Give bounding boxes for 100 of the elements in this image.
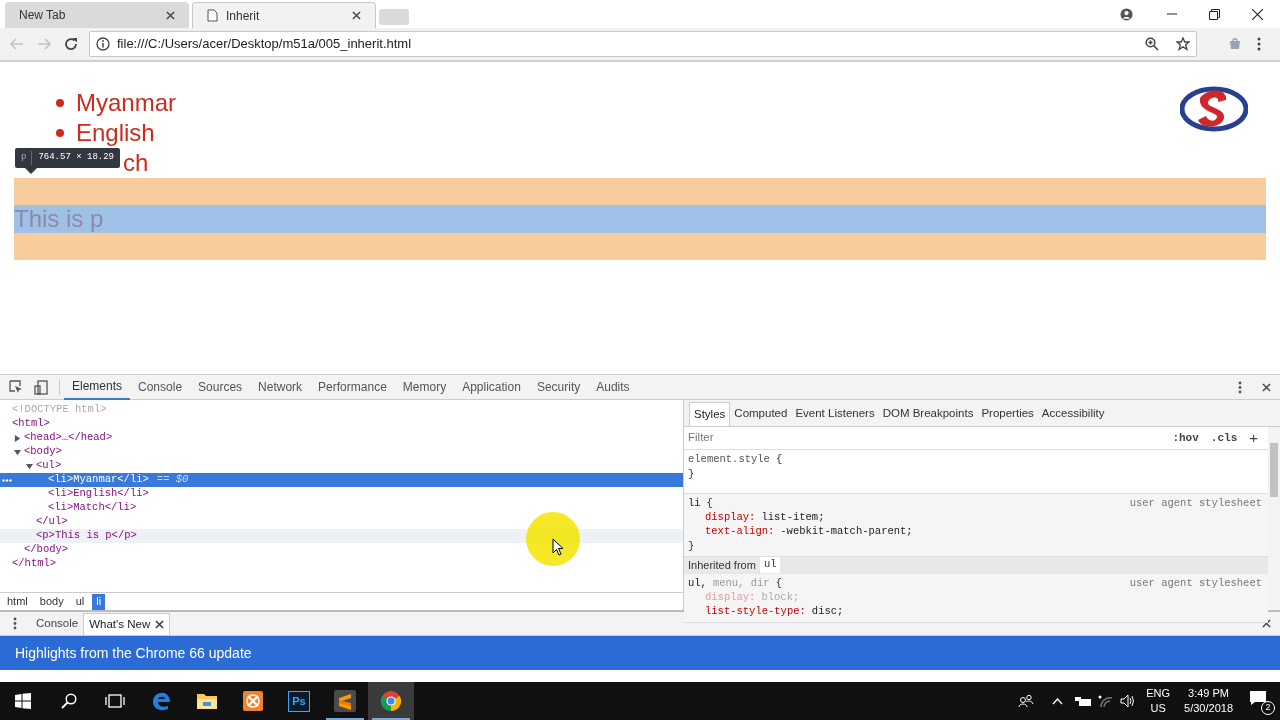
bullet-icon (56, 99, 64, 107)
language-indicator[interactable]: ENG US (1146, 686, 1171, 716)
address-field[interactable]: file:///C:/Users/acer/Desktop/m51a/005_inherit.html (89, 31, 1197, 57)
wifi-icon[interactable] (1098, 694, 1115, 708)
css-selector: ul, (688, 575, 707, 591)
menu-icon[interactable] (1257, 37, 1261, 51)
close-icon[interactable] (1252, 8, 1263, 20)
search-icon (61, 693, 77, 709)
dom-node[interactable]: <p>This is p</p> (0, 529, 683, 543)
dom-node[interactable]: <html> (0, 417, 683, 431)
inherited-label: Inherited from (688, 558, 756, 573)
list-item-text: English (76, 118, 155, 148)
inspect-icon[interactable] (9, 380, 23, 394)
taskbar-app[interactable] (368, 682, 414, 720)
dom-node[interactable]: <li>English</li> (0, 487, 683, 501)
xampp-icon (243, 691, 263, 711)
scrollbar[interactable] (1268, 427, 1280, 610)
dom-node[interactable]: <head>…</head> (0, 431, 683, 445)
device-icon[interactable] (34, 379, 48, 395)
sidebar-tab[interactable]: Properties (977, 402, 1038, 426)
close-icon[interactable] (166, 10, 175, 20)
breadcrumb[interactable]: html (3, 593, 32, 610)
dom-node[interactable]: </ul> (0, 515, 683, 529)
devtools-tab[interactable]: Memory (394, 374, 455, 400)
dom-node[interactable]: </body> (0, 543, 683, 557)
tooltip-tag: p (21, 151, 33, 165)
people-icon[interactable] (1018, 694, 1035, 708)
maximize-icon[interactable] (1209, 8, 1220, 20)
filter-toolbar-button[interactable]: + (1249, 426, 1258, 450)
dom-node[interactable]: <li>Myanmar</li> == $0 (0, 473, 683, 487)
devtools-tab[interactable]: Sources (190, 374, 251, 400)
cursor-highlight (526, 512, 580, 566)
power-icon[interactable] (1075, 695, 1092, 707)
chevron-up-icon[interactable] (1052, 697, 1064, 705)
bullet-icon (56, 129, 64, 137)
css-selector: li (688, 496, 701, 512)
css-declaration[interactable]: text-align: -webkit-match-parent; (688, 525, 1262, 539)
css-declaration[interactable]: display: list-item; (688, 511, 1262, 525)
sidebar-tab[interactable]: Computed (730, 402, 792, 426)
more-icon[interactable] (13, 617, 17, 630)
message-icon (1249, 690, 1267, 706)
dom-node[interactable]: <li>Match</li> (0, 501, 683, 515)
devtools-tab[interactable]: Elements (64, 374, 131, 400)
browser-tab[interactable]: New Tab (5, 2, 189, 28)
breadcrumb[interactable]: body (35, 593, 68, 610)
paragraph-text: This is p (14, 204, 104, 234)
browser-tab[interactable]: Inherit (192, 2, 376, 28)
zoom-icon[interactable] (1145, 37, 1159, 51)
css-declaration[interactable]: list-style-type: disc; (688, 604, 1262, 619)
stylesheet-source: user agent stylesheet (1129, 496, 1262, 512)
devtools-tab[interactable]: Audits (588, 374, 638, 400)
inherited-tag-link[interactable]: ul (759, 557, 781, 574)
devtools-tab[interactable]: Performance (310, 374, 395, 400)
devtools-tab[interactable]: Security (528, 374, 589, 400)
brace: } (688, 467, 696, 481)
sidebar-tab[interactable]: Event Listeners (791, 402, 879, 426)
css-selector: menu, dir (712, 575, 770, 591)
more-icon[interactable] (2, 478, 12, 482)
brace: { (706, 496, 713, 512)
info-icon (96, 37, 110, 51)
filter-toolbar-button[interactable]: :hov (1172, 429, 1199, 447)
expand-icon[interactable] (14, 434, 21, 442)
profile-icon[interactable] (1120, 7, 1133, 21)
more-icon[interactable] (1238, 380, 1242, 394)
filter-toolbar-button[interactable]: .cls (1210, 429, 1238, 447)
drawer-tab[interactable]: What's New (83, 613, 171, 635)
filter-field[interactable]: Filter (688, 429, 1161, 447)
devtools-tab[interactable]: Console (130, 374, 191, 400)
list-item-text: ch (123, 148, 149, 178)
close-icon[interactable] (155, 620, 165, 629)
close-icon[interactable] (1262, 382, 1271, 392)
brace: { (775, 452, 783, 468)
sidebar-tab[interactable]: Accessibility (1037, 402, 1109, 426)
drawer-tab[interactable]: Console (31, 613, 84, 635)
edge-icon (151, 691, 171, 711)
star-icon[interactable] (1176, 37, 1190, 51)
css-selector: element.style (688, 452, 770, 468)
reload-icon[interactable] (64, 37, 78, 51)
stylesheet-source: user agent stylesheet (1129, 575, 1262, 591)
volume-icon[interactable] (1120, 694, 1137, 708)
notification-count: 2 (1261, 701, 1275, 715)
brace: { (775, 575, 782, 591)
dom-node[interactable]: <body> (0, 445, 683, 459)
folder-icon (196, 692, 218, 710)
breadcrumb[interactable]: ul (71, 593, 89, 610)
breadcrumb[interactable]: li (92, 593, 106, 610)
taskbar-app[interactable]: Ps (276, 682, 322, 720)
devtools-tab[interactable]: Application (454, 374, 529, 400)
close-icon[interactable] (352, 11, 361, 20)
dom-node[interactable]: <ul> (0, 459, 683, 473)
sidebar-tab[interactable]: Styles (689, 402, 731, 426)
sidebar-tab[interactable]: DOM Breakpoints (878, 402, 978, 426)
clock[interactable]: 3:49 PM 5/30/2018 (1184, 686, 1233, 716)
task-view-icon (105, 694, 125, 708)
chrome-icon (380, 690, 402, 712)
close-icon[interactable] (1262, 619, 1271, 628)
tooltip-size: 764.57 × 18.29 (38, 151, 115, 165)
sublime-icon (334, 690, 356, 712)
devtools-tab[interactable]: Network (250, 374, 311, 400)
dom-node[interactable]: </html> (0, 557, 683, 571)
